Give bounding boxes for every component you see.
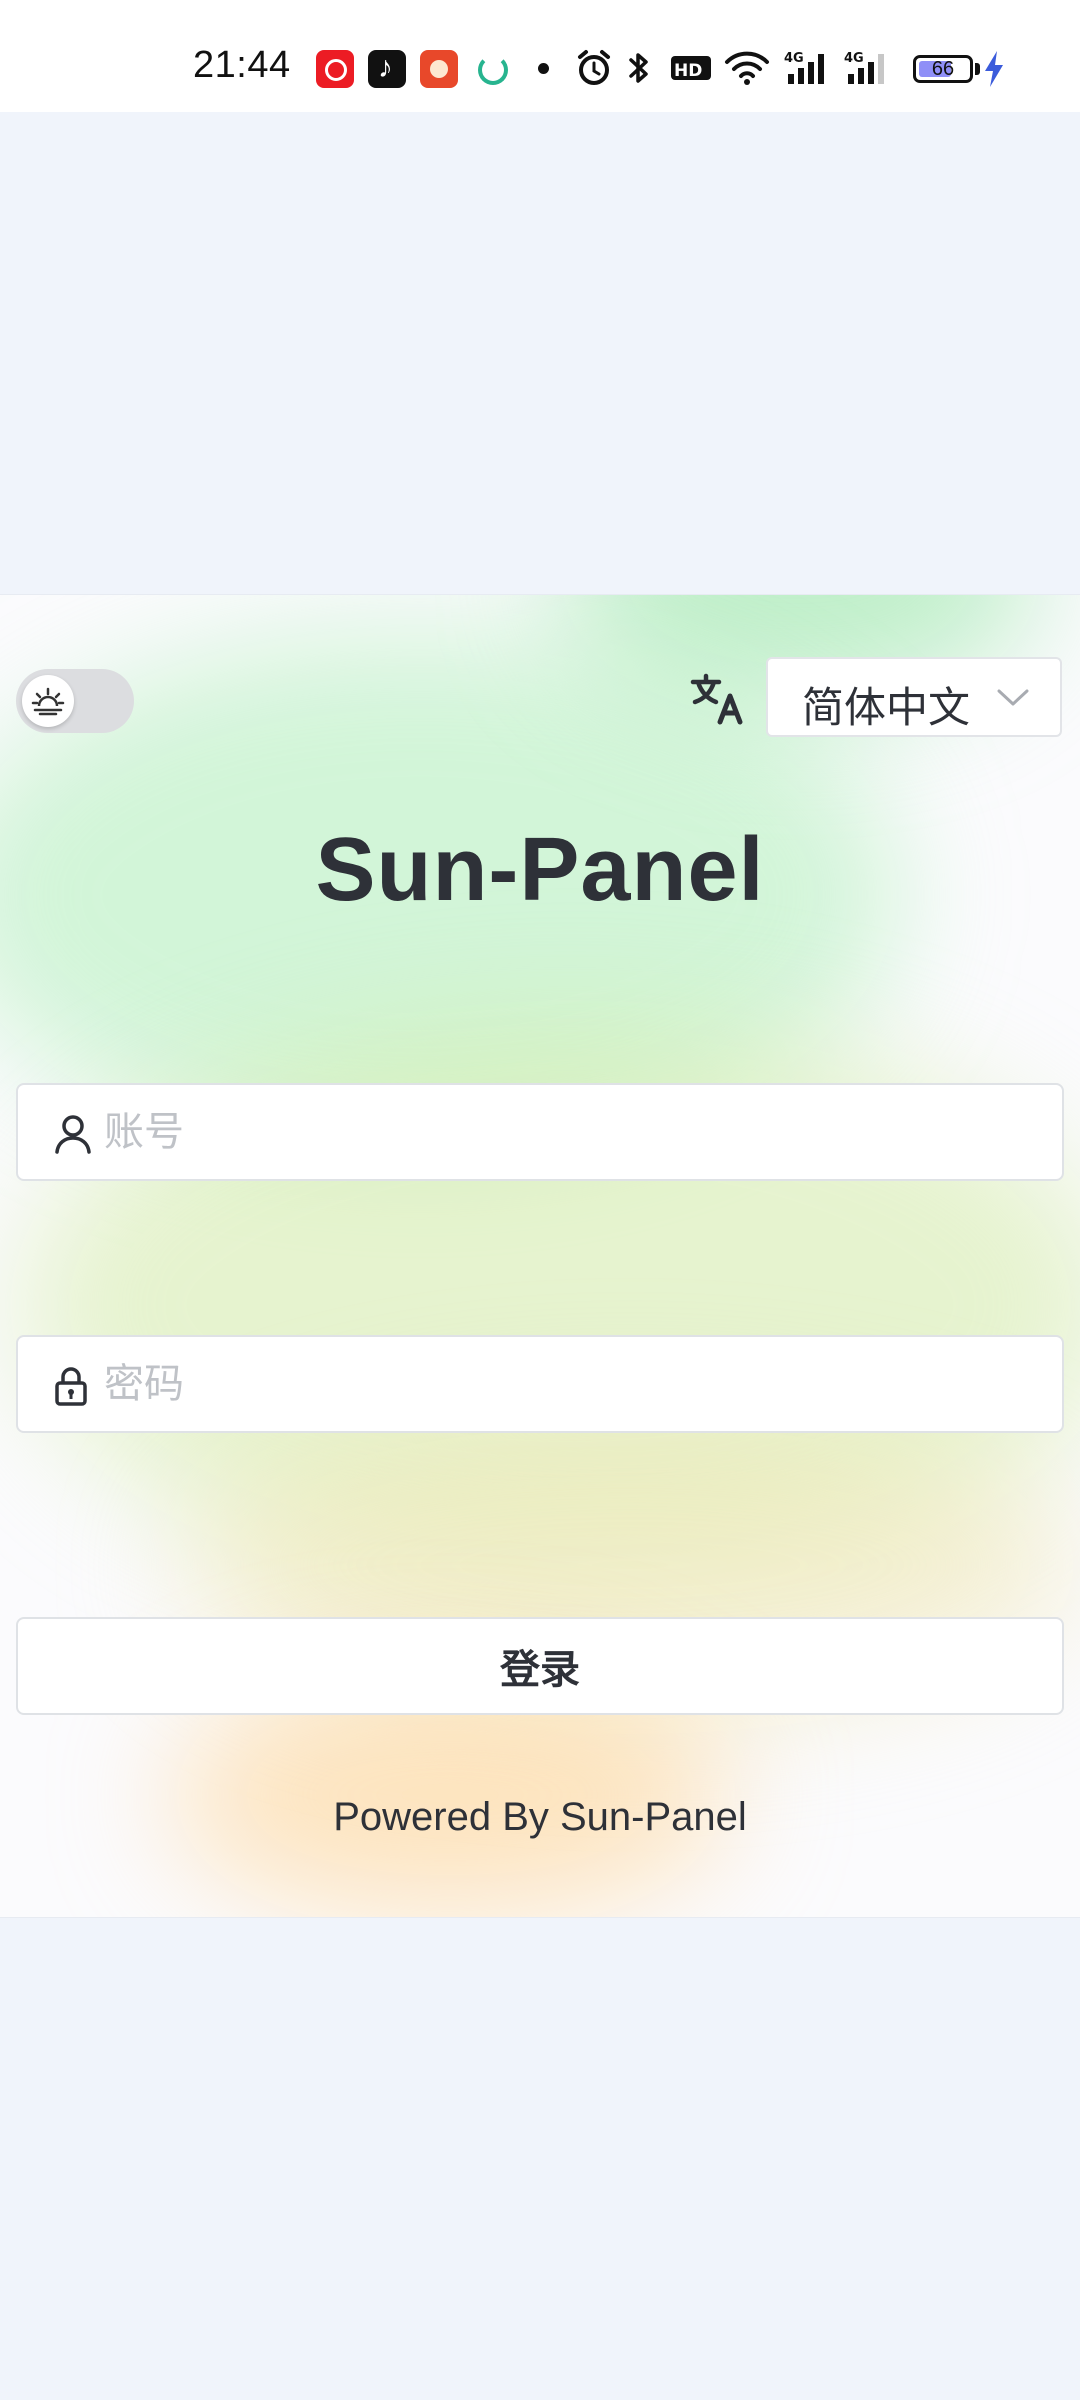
status-time: 21:44 <box>193 44 291 86</box>
page-title: Sun-Panel <box>315 820 765 920</box>
hd-icon: HD <box>671 56 711 81</box>
signal-4g-icon: 4G <box>844 51 884 84</box>
svg-text:4G: 4G <box>784 51 804 66</box>
toggle-knob[interactable] <box>22 675 74 727</box>
battery-icon: 66 <box>913 55 973 83</box>
username-input[interactable] <box>104 1085 1044 1179</box>
lock-icon <box>55 1367 87 1406</box>
login-card: 简体中文 Sun-Panel 登录 Powered By Sun-Panel <box>0 594 1080 1918</box>
login-button[interactable]: 登录 <box>16 1617 1064 1715</box>
sunrise-icon <box>31 687 65 716</box>
svg-text:HD: HD <box>674 61 702 81</box>
svg-text:4G: 4G <box>844 51 864 66</box>
username-field[interactable] <box>16 1083 1064 1181</box>
battery-cap <box>975 63 980 75</box>
password-input[interactable] <box>104 1337 1044 1431</box>
powered-by-footer: Powered By Sun-Panel <box>333 1795 747 1839</box>
netease-music-icon <box>316 50 354 88</box>
game-app-icon <box>420 50 458 88</box>
bluetooth-icon <box>629 53 648 83</box>
charging-bolt-icon <box>985 51 1003 87</box>
battery-level: 66 <box>931 58 955 80</box>
tiktok-icon <box>368 50 406 88</box>
status-bar: 21:44 HD 4G <box>0 0 1080 112</box>
language-select-value: 简体中文 <box>802 684 971 731</box>
user-icon <box>55 1115 91 1154</box>
translate-icon[interactable] <box>690 673 746 725</box>
dot-icon <box>538 63 549 74</box>
wifi-icon <box>725 51 769 85</box>
signal-4g-icon: 4G <box>784 51 824 84</box>
theme-toggle[interactable] <box>16 669 134 733</box>
password-field[interactable] <box>16 1335 1064 1433</box>
sync-spinner-icon <box>478 55 508 85</box>
alarm-icon <box>578 50 610 85</box>
language-select[interactable]: 简体中文 <box>766 657 1062 737</box>
chevron-down-icon <box>997 689 1029 706</box>
